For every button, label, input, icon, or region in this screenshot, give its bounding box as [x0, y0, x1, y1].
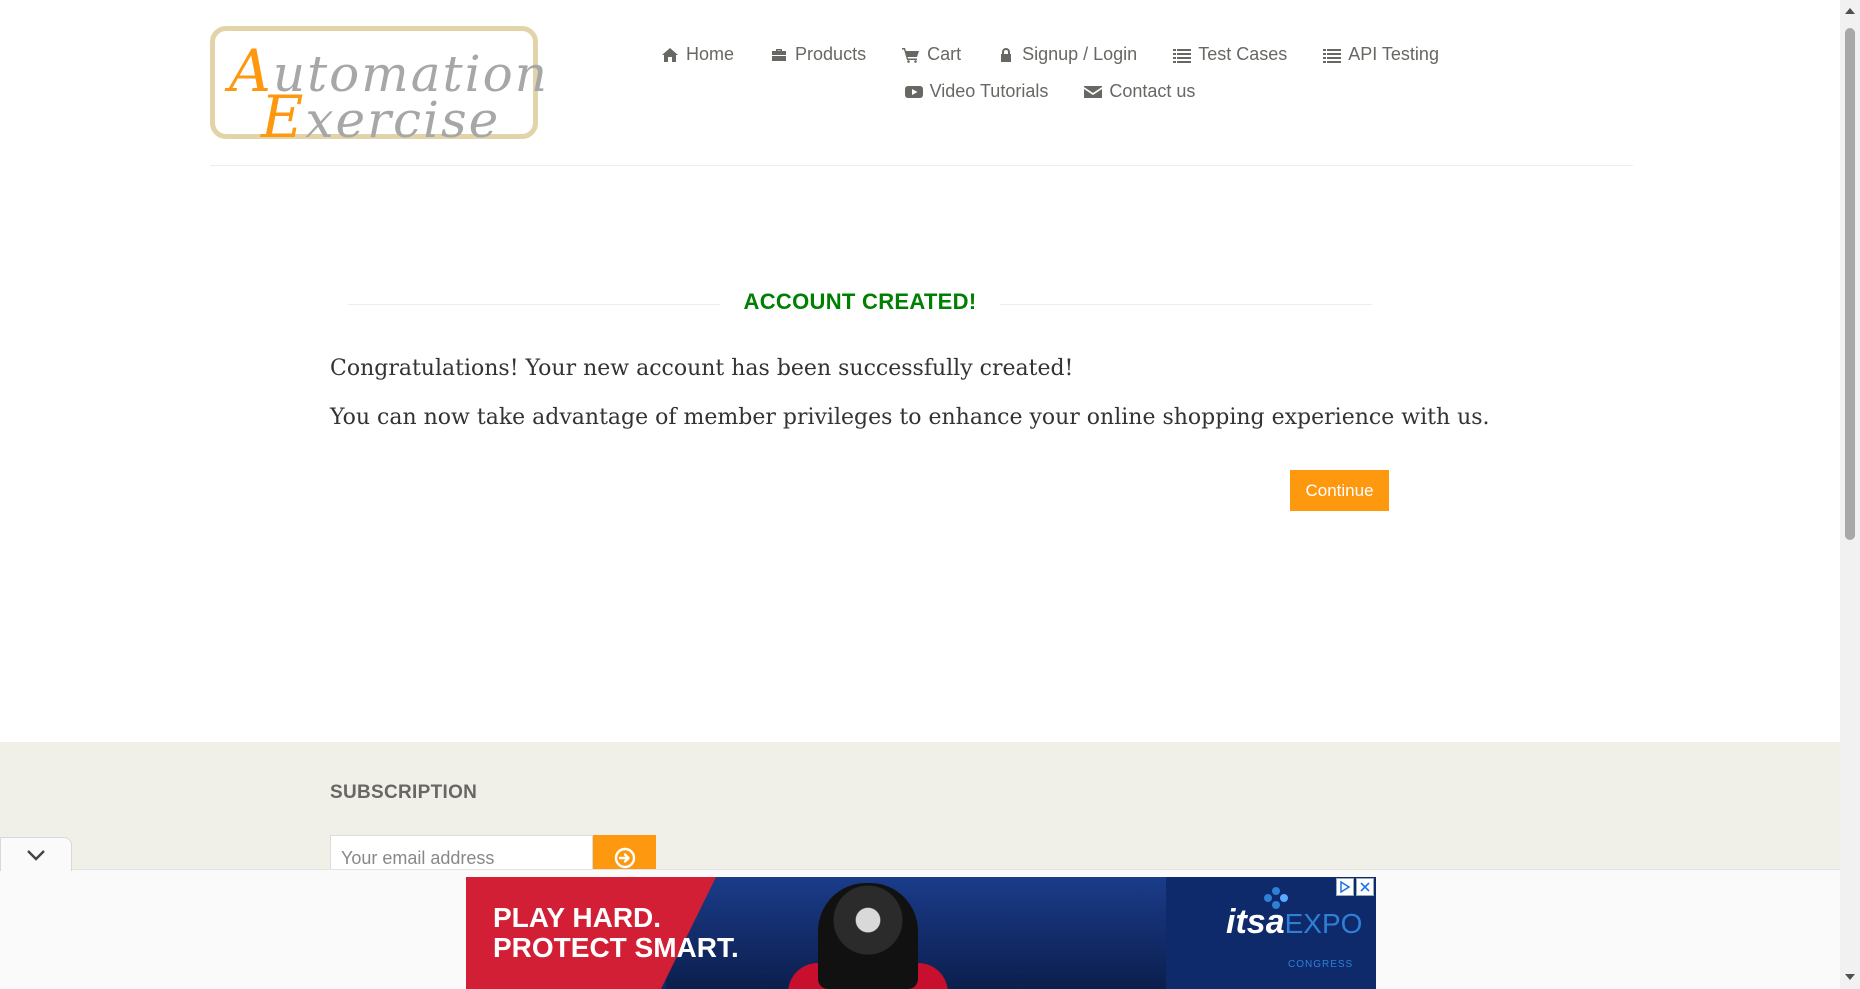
congrats-message: Congratulations! Your new account has be… — [330, 356, 1074, 381]
title-divider-right — [1000, 304, 1372, 305]
main-nav: Home Products Cart Signup / Login Test C… — [620, 36, 1480, 110]
ad-logo-expo: EXPO — [1284, 908, 1363, 939]
vertical-scrollbar[interactable] — [1840, 0, 1860, 989]
nav-item-products[interactable]: Products — [752, 36, 884, 73]
page-title-wrap: ACCOUNT CREATED! — [348, 285, 1372, 321]
nav-item-test-cases[interactable]: Test Cases — [1155, 36, 1305, 73]
nav-item-home[interactable]: Home — [643, 36, 752, 73]
site-logo[interactable]: Automation Exercise — [210, 26, 547, 151]
subscription-title: SUBSCRIPTION — [330, 782, 478, 803]
ad-headline-line1: PLAY HARD. — [493, 902, 662, 933]
continue-button[interactable]: Continue — [1290, 470, 1389, 511]
ad-collapse-toggle[interactable] — [0, 837, 72, 871]
ad-player-helmet — [818, 883, 918, 989]
chevron-down-icon — [27, 849, 45, 861]
lock-icon — [1001, 47, 1012, 62]
ad-choices-icon — [1340, 881, 1351, 893]
scroll-up-icon[interactable] — [1844, 6, 1856, 16]
youtube-icon — [904, 85, 923, 98]
ad-logo-congress: CONGRESS — [1288, 959, 1354, 970]
nav-item-api-testing[interactable]: API Testing — [1305, 36, 1457, 73]
nav-label-contact-us: Contact us — [1109, 81, 1196, 101]
nav-item-cart[interactable]: Cart — [884, 36, 979, 73]
site-header: Automation Exercise Home Products Cart S… — [0, 0, 1840, 167]
nav-label-home: Home — [686, 44, 735, 64]
ad-controls — [1336, 878, 1374, 896]
scrollbar-thumb[interactable] — [1845, 28, 1855, 540]
nav-label-products: Products — [795, 44, 867, 64]
page-title: ACCOUNT CREATED! — [743, 289, 977, 314]
logo-cap-e: E — [261, 83, 306, 151]
ad-headline-line2: PROTECT SMART. — [493, 932, 739, 963]
ad-banner[interactable]: PLAY HARD. PROTECT SMART. itsaEXPO CONGR… — [466, 877, 1376, 989]
ad-close-button[interactable] — [1356, 878, 1374, 896]
logo-text-line2: xercise — [305, 91, 501, 149]
list-icon — [1323, 48, 1342, 63]
header-divider — [210, 165, 1633, 166]
ad-brand-logo: itsaEXPO CONGRESS — [1226, 903, 1363, 970]
nav-item-contact-us[interactable]: Contact us — [1066, 73, 1213, 110]
nav-label-test-cases: Test Cases — [1198, 44, 1288, 64]
cart-icon — [902, 47, 920, 63]
ad-logo-it: it — [1226, 903, 1247, 941]
close-icon — [1360, 882, 1370, 892]
envelope-icon — [1084, 85, 1103, 98]
nav-label-signup-login: Signup / Login — [1022, 44, 1138, 64]
scroll-down-icon[interactable] — [1844, 972, 1856, 982]
nav-label-video-tutorials: Video Tutorials — [929, 81, 1049, 101]
nav-label-api-testing: API Testing — [1348, 44, 1439, 64]
nav-row-2: Video Tutorials Contact us — [620, 73, 1480, 110]
ad-headline: PLAY HARD. PROTECT SMART. — [493, 903, 739, 963]
ad-choices-button[interactable] — [1336, 878, 1354, 896]
nav-item-video-tutorials[interactable]: Video Tutorials — [887, 73, 1067, 110]
arrow-circle-right-icon — [614, 847, 635, 869]
nav-row-1: Home Products Cart Signup / Login Test C… — [620, 36, 1480, 73]
briefcase-icon — [772, 48, 787, 61]
nav-label-cart: Cart — [927, 44, 962, 64]
privileges-message: You can now take advantage of member pri… — [330, 405, 1490, 430]
list-icon — [1173, 48, 1192, 63]
ad-logo-sa: sa — [1246, 903, 1285, 941]
nav-item-signup-login[interactable]: Signup / Login — [979, 36, 1155, 73]
home-icon — [662, 47, 679, 62]
